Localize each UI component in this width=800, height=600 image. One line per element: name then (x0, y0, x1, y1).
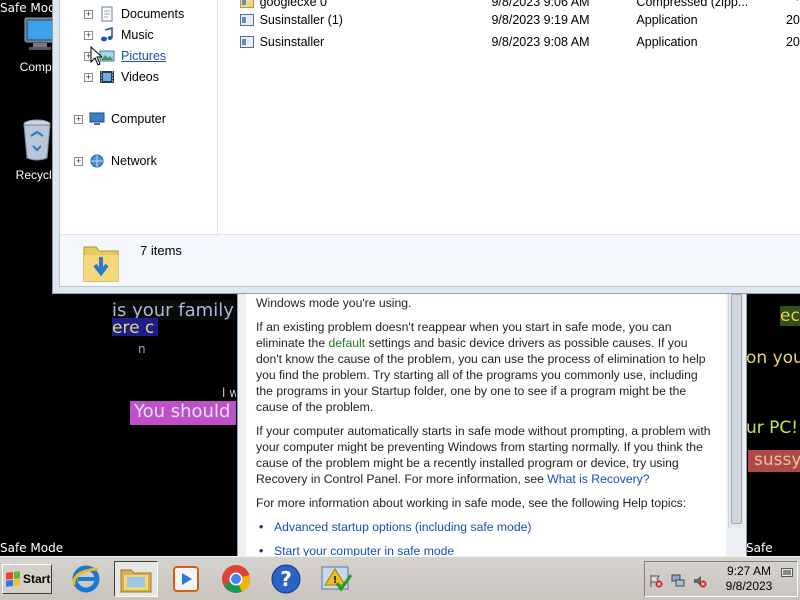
recycle-bin-icon (23, 119, 51, 161)
videos-icon (100, 71, 114, 83)
help-paragraph: If an existing problem doesn't reappear … (256, 319, 716, 415)
media-player-icon (173, 566, 199, 592)
action-center-flag-icon[interactable] (649, 574, 663, 588)
taskbar: Start ? ! 9:27 AM 9/8/2023 (0, 556, 800, 600)
background-glitch-text: ec (780, 306, 800, 326)
tree-item-network[interactable]: + Network (74, 151, 157, 171)
tree-item-label: Music (121, 28, 154, 42)
background-glitch-text: ur PC! (746, 418, 799, 438)
expand-icon[interactable]: + (74, 156, 83, 166)
tree-item-label: Pictures (121, 49, 167, 63)
explorer-window: + Documents + Music + Pictures + Videos (52, 0, 800, 294)
expand-icon[interactable]: + (84, 9, 93, 19)
network-icon (90, 154, 104, 168)
safe-mode-label-bottom-left: Safe Mode (0, 541, 64, 555)
taskbar-windows-explorer[interactable] (114, 561, 158, 597)
help-content: Windows mode you're using. If an existin… (246, 294, 726, 559)
clock-date: 9/8/2023 (725, 579, 773, 593)
system-tray: 9:27 AM 9/8/2023 (644, 561, 798, 597)
background-glitch-text: sussy (748, 450, 800, 472)
file-size: 20 KB (785, 13, 800, 27)
scrollbar-thumb[interactable] (731, 294, 742, 524)
start-label: Start (23, 572, 51, 586)
file-date: 9/8/2023 9:06 AM (491, 0, 590, 9)
application-icon (240, 14, 254, 26)
help-paragraph: Windows mode you're using. (256, 296, 412, 310)
tree-item-videos[interactable]: + Videos (84, 67, 159, 87)
file-name: Susinstaller (1) (259, 13, 343, 27)
background-glitch-text: ere c (112, 318, 158, 336)
item-count: 7 items (140, 243, 182, 258)
tree-item-documents[interactable]: + Documents (84, 4, 184, 24)
expand-icon[interactable]: + (84, 30, 93, 40)
windows-flag-icon (6, 571, 20, 587)
chrome-icon (222, 565, 251, 593)
explorer-content: + Documents + Music + Pictures + Videos (59, 0, 800, 287)
music-icon (101, 27, 113, 42)
help-scrollbar[interactable] (728, 294, 744, 528)
help-icon: ? (271, 564, 301, 594)
show-desktop-icon[interactable] (781, 568, 793, 578)
clock-time: 9:27 AM (726, 564, 772, 578)
what-is-recovery-link[interactable]: What is Recovery? (547, 472, 649, 486)
help-window: Windows mode you're using. If an existin… (237, 294, 747, 559)
action-center-icon: ! (321, 566, 353, 592)
background-glitch-text: is your family (112, 300, 236, 320)
tree-item-label: Videos (121, 70, 159, 84)
background-glitch-text: on you (746, 348, 800, 368)
tree-item-music[interactable]: + Music (84, 25, 154, 45)
computer-icon (89, 112, 105, 125)
help-paragraph: For more information about working in sa… (256, 496, 687, 510)
explorer-folder-icon (120, 569, 152, 593)
tree-item-label: Computer (111, 112, 166, 126)
file-list: googlecxe 0 9/8/2023 9:06 AM Compressed … (228, 0, 800, 234)
taskbar-internet-explorer[interactable] (64, 561, 108, 597)
file-type: Application (636, 35, 698, 49)
application-icon (240, 36, 254, 48)
default-glossary-link[interactable]: default (329, 336, 366, 350)
taskbar-action-center[interactable]: ! (314, 561, 358, 597)
expand-icon[interactable]: + (84, 72, 93, 82)
taskbar-chrome[interactable] (214, 561, 258, 597)
tree-item-label: Documents (121, 7, 185, 21)
documents-icon (101, 6, 113, 22)
svg-text:?: ? (280, 567, 292, 591)
expand-icon[interactable]: + (74, 114, 83, 124)
zip-folder-icon (240, 0, 254, 8)
file-name: googlecxe 0 (259, 0, 328, 9)
help-topic-list: Advanced startup options (including safe… (256, 519, 716, 559)
navigation-pane: + Documents + Music + Pictures + Videos (60, 0, 218, 234)
file-row[interactable]: Susinstaller 9/8/2023 9:08 AM Applicatio… (240, 32, 800, 52)
file-name: Susinstaller (259, 35, 325, 49)
background-glitch-text: You should c (130, 401, 236, 425)
volume-muted-icon[interactable] (693, 574, 707, 588)
taskbar-help[interactable]: ? (264, 561, 308, 597)
ie-icon (72, 565, 100, 593)
mouse-cursor-icon (90, 46, 102, 66)
file-date: 9/8/2023 9:08 AM (491, 35, 590, 49)
tree-item-label: Network (111, 154, 157, 168)
details-pane: 7 items (60, 234, 800, 286)
taskbar-media-player[interactable] (164, 561, 208, 597)
start-button[interactable]: Start (2, 564, 52, 594)
background-glitch-text: l w (222, 386, 236, 400)
file-date: 9/8/2023 9:19 AM (491, 13, 590, 27)
file-size: 20 KB (785, 35, 800, 49)
file-type: Compressed (zipp... (636, 0, 749, 9)
file-type: Application (636, 13, 698, 27)
tree-item-computer[interactable]: + Computer (74, 109, 166, 129)
system-clock[interactable]: 9:27 AM 9/8/2023 (719, 564, 779, 594)
file-row[interactable]: Susinstaller (1) 9/8/2023 9:19 AM Applic… (240, 10, 800, 30)
help-paragraph: If your computer automatically starts in… (256, 423, 716, 487)
network-status-icon[interactable] (671, 574, 685, 588)
advanced-startup-options-link[interactable]: Advanced startup options (including safe… (256, 519, 716, 535)
downloads-folder-icon (83, 246, 119, 282)
background-glitch-text: n (138, 342, 146, 356)
